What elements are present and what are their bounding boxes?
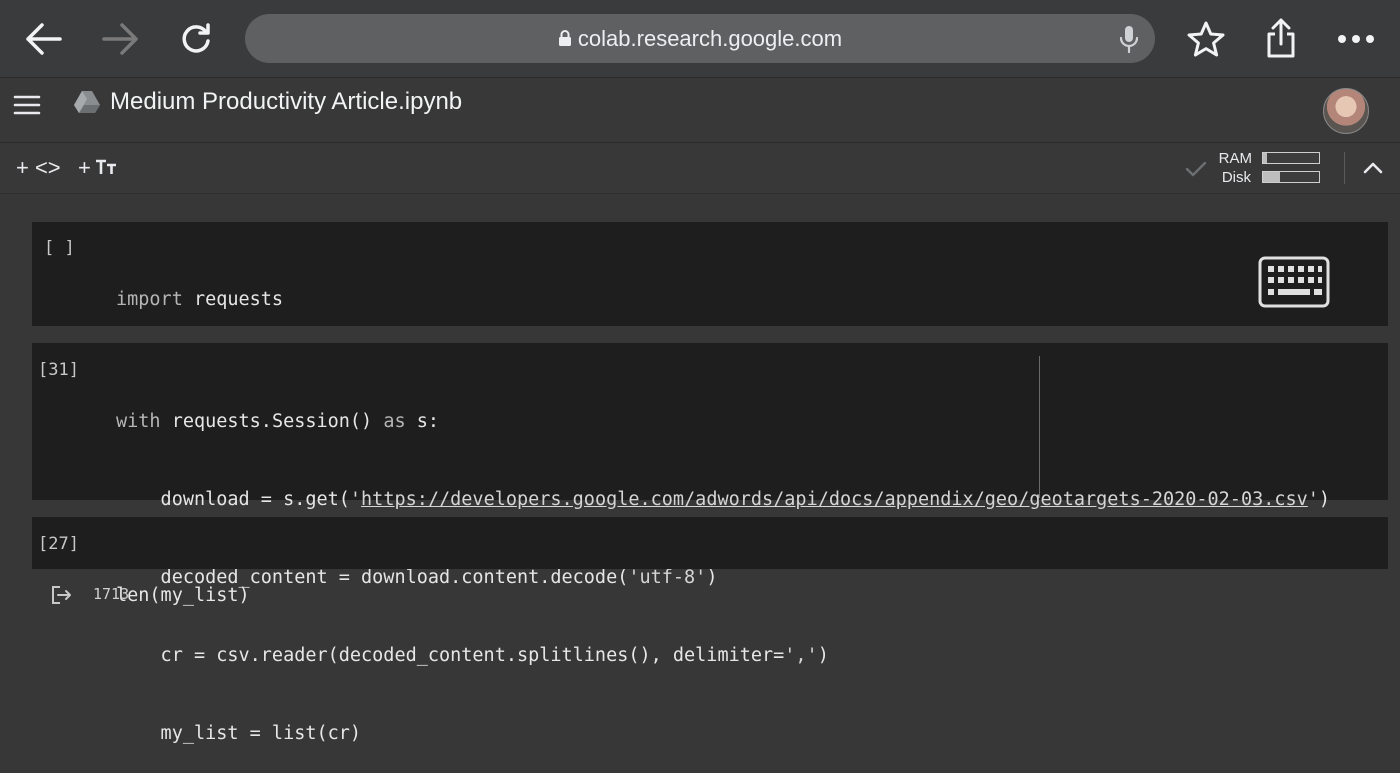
cell-output: 1713 xyxy=(93,585,130,603)
add-code-cell-button[interactable]: + <> xyxy=(16,155,61,181)
ram-usage-bar[interactable] xyxy=(1262,152,1320,164)
notebook-title[interactable]: Medium Productivity Article.ipynb xyxy=(110,88,462,116)
drive-icon xyxy=(72,88,102,116)
disk-label: Disk xyxy=(1221,169,1251,186)
lock-icon xyxy=(558,26,572,52)
chevron-up-icon[interactable] xyxy=(1360,156,1386,180)
ram-label: RAM xyxy=(1218,150,1252,167)
forward-arrow-icon[interactable] xyxy=(100,20,140,58)
code-block[interactable]: len(my_list) xyxy=(116,531,250,635)
code-line: with requests.Session() as s: xyxy=(116,411,440,432)
avatar[interactable] xyxy=(1323,88,1369,134)
add-text-cell-button[interactable]: + xyxy=(78,155,117,181)
star-icon[interactable] xyxy=(1185,19,1227,59)
cell-prompt[interactable]: [ ] xyxy=(44,238,75,258)
keyboard-icon[interactable] xyxy=(1258,256,1330,313)
code-line: cr = csv.reader(decoded_content.splitlin… xyxy=(116,645,829,666)
disk-usage-bar[interactable] xyxy=(1262,171,1320,183)
cell-prompt[interactable]: [27] xyxy=(38,534,79,554)
reload-icon[interactable] xyxy=(176,19,216,59)
add-text-label: + xyxy=(78,155,91,180)
code-line: import requests xyxy=(116,289,284,310)
menu-icon[interactable] xyxy=(12,92,42,118)
code-line: len(my_list) xyxy=(116,585,250,606)
output-icon[interactable] xyxy=(50,585,72,610)
address-bar[interactable]: colab.research.google.com xyxy=(245,14,1155,63)
url-text: colab.research.google.com xyxy=(577,25,843,51)
browser-toolbar: colab.research.google.com xyxy=(0,0,1400,78)
cell-prompt[interactable]: [31] xyxy=(38,360,79,380)
line-length-guide xyxy=(1039,356,1040,498)
code-line: download = s.get('https://developers.goo… xyxy=(116,489,1331,510)
add-code-label: + <> xyxy=(16,155,61,180)
text-format-icon xyxy=(95,155,117,181)
share-icon[interactable] xyxy=(1261,17,1301,59)
code-line: my_list = list(cr) xyxy=(116,723,362,744)
toolbar-divider xyxy=(1344,152,1345,184)
more-icon[interactable] xyxy=(1334,28,1378,50)
back-arrow-icon[interactable] xyxy=(24,20,64,58)
microphone-icon[interactable] xyxy=(1115,23,1143,55)
